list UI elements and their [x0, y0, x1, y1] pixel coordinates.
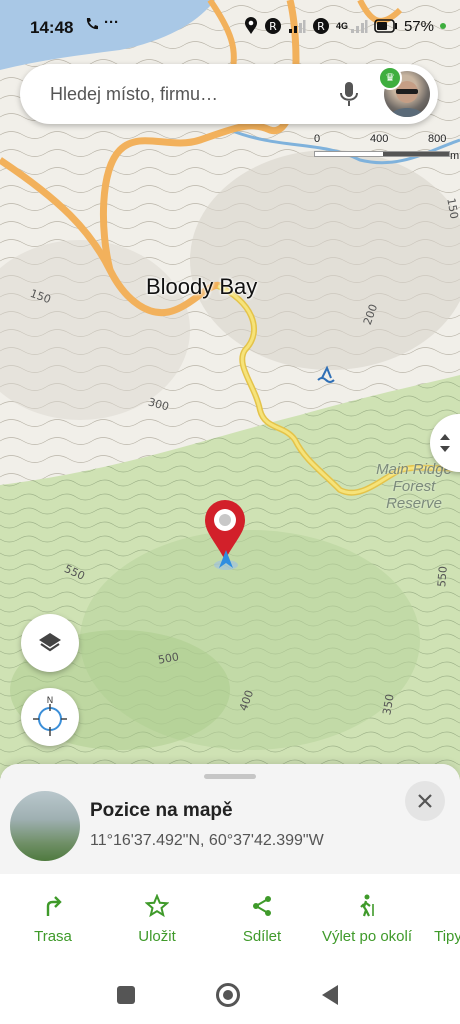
save-button[interactable]: Uložit — [132, 893, 182, 945]
battery-percent: 57% — [403, 17, 434, 35]
place-coordinates[interactable]: 11°16'37.492"N, 60°37'42.399"W — [90, 832, 324, 850]
compass-button[interactable]: N — [21, 688, 79, 746]
tips-icon — [437, 894, 459, 918]
svg-text:R: R — [317, 20, 325, 33]
status-time: 14:48 — [30, 18, 74, 37]
share-button[interactable]: Sdílet — [238, 894, 286, 945]
nearby-trip-button[interactable]: Výlet po okolí — [320, 894, 414, 945]
system-navigation-bar — [0, 964, 460, 1024]
svg-text:R: R — [269, 20, 277, 33]
side-panel-handle[interactable] — [430, 414, 460, 472]
star-icon — [144, 893, 170, 918]
tips-label: Tipy — [434, 928, 460, 945]
roaming-icon: R — [264, 18, 281, 34]
map-layers-button[interactable] — [21, 614, 79, 672]
route-turn-icon — [46, 896, 62, 916]
status-right: R R 4G 57% — [244, 17, 446, 35]
home-button[interactable] — [216, 983, 240, 1007]
back-button[interactable] — [320, 984, 340, 1006]
layers-icon — [39, 633, 61, 652]
signal-icon-2 — [350, 20, 368, 33]
network-type: 4G — [335, 21, 348, 31]
route-button[interactable]: Trasa — [30, 894, 76, 945]
scale-unit: m — [450, 150, 460, 162]
close-icon — [418, 794, 432, 808]
battery-icon — [374, 19, 397, 33]
scale-bar: 0 400 800 m — [310, 133, 460, 163]
place-thumbnail[interactable] — [10, 791, 80, 861]
gps-icon — [244, 17, 257, 34]
recents-button[interactable] — [117, 986, 135, 1004]
close-button[interactable] — [405, 781, 445, 821]
scale-tick: 400 — [370, 133, 389, 145]
scale-line — [314, 151, 450, 157]
compass-icon: N — [33, 696, 67, 736]
share-icon — [253, 896, 271, 916]
hiker-icon — [360, 894, 374, 917]
tips-button[interactable]: Tipy — [428, 894, 460, 945]
status-bar: 14:48 ··· R R 4G 57% — [0, 0, 460, 56]
scale-tick: 800 — [428, 133, 447, 145]
save-label: Uložit — [138, 928, 176, 945]
sheet-drag-handle[interactable] — [204, 774, 256, 779]
scale-tick: 0 — [314, 133, 321, 145]
route-label: Trasa — [34, 928, 72, 945]
share-label: Sdílet — [242, 928, 282, 945]
contour-label: 150 — [444, 197, 460, 220]
camera-indicator-dot — [440, 23, 446, 29]
place-label[interactable]: Bloody Bay — [146, 274, 257, 300]
roaming-icon-2: R — [312, 18, 329, 34]
nearby-trip-label: Výlet po okolí — [321, 928, 413, 945]
call-icon — [84, 16, 100, 36]
search-input[interactable]: Hledej místo, firmu… — [50, 84, 218, 105]
signal-icon — [288, 20, 306, 33]
search-bar[interactable]: Hledej místo, firmu… ♛ — [20, 64, 438, 124]
contour-label: 550 — [435, 565, 450, 588]
more-notifications-icon: ··· — [104, 14, 119, 31]
action-bar: Trasa Uložit Sdílet Výlet po okolí Tipy — [0, 882, 460, 962]
microphone-icon[interactable] — [338, 80, 360, 113]
premium-crown-icon: ♛ — [378, 66, 402, 90]
place-title: Pozice na mapě — [90, 800, 233, 821]
